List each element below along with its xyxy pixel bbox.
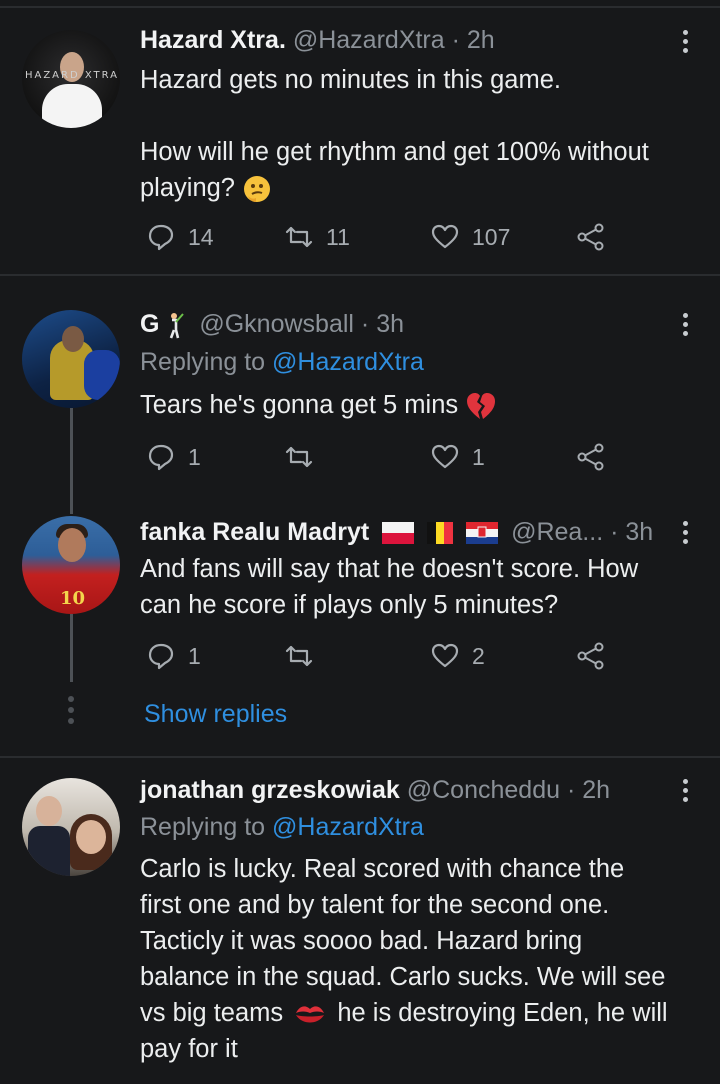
tweet-divider — [0, 274, 720, 276]
reply-icon — [148, 224, 174, 251]
poland-flag — [382, 522, 415, 545]
belgium-flag — [427, 522, 454, 545]
broken-heart-emoji — [467, 393, 496, 420]
like-icon — [431, 224, 459, 249]
share-icon — [577, 443, 604, 471]
reply-count: 14 — [188, 223, 214, 250]
display-name[interactable]: jonathan grzeskowiak — [140, 776, 400, 804]
tweet-text: Hazard gets no minutes in this game. How… — [140, 62, 705, 206]
tweet-text: Tears he's gonna get 5 mins — [140, 387, 705, 423]
reply-count: 1 — [188, 443, 201, 470]
retweet-count: 11 — [326, 223, 350, 250]
like-button[interactable]: 1 — [430, 442, 485, 472]
retweet-button[interactable]: 11 — [284, 222, 350, 252]
thread-dots — [68, 696, 74, 724]
display-name[interactable]: fanka Realu Madryt — [140, 518, 369, 546]
kiss-mark-emoji — [296, 1006, 325, 1023]
tweet-text: Carlo is lucky. Real scored with chance … — [140, 855, 668, 1063]
timestamp[interactable]: · 3h — [610, 518, 653, 546]
retweet-button[interactable] — [284, 641, 326, 671]
avatar-logo-text: HAZARD XTRA — [24, 70, 120, 81]
tweet-actions: 14 11 107 — [140, 222, 620, 256]
display-name[interactable]: G — [140, 310, 159, 338]
tweet-actions: 1 1 — [140, 442, 620, 476]
tweet-header: jonathan grzeskowiak @Concheddu · 2h — [140, 776, 610, 805]
timestamp[interactable]: · 2h — [567, 776, 610, 804]
share-button[interactable] — [576, 222, 606, 252]
golfer-emoji — [170, 313, 185, 339]
avatar[interactable]: HAZARD XTRA — [22, 30, 120, 128]
tweet-header: fanka Realu Madryt @Rea... · 3h — [140, 518, 653, 547]
thread-line — [70, 408, 73, 514]
like-count: 107 — [472, 223, 511, 250]
more-options-icon[interactable] — [678, 313, 692, 336]
like-button[interactable]: 107 — [430, 222, 510, 252]
handle[interactable]: @Concheddu — [407, 776, 560, 804]
reply-icon — [148, 444, 174, 471]
avatar[interactable] — [22, 778, 120, 876]
timestamp[interactable]: · 2h — [452, 26, 495, 54]
tweet-divider — [0, 756, 720, 758]
replying-to: Replying to @HazardXtra — [140, 348, 424, 376]
reply-button[interactable]: 1 — [146, 641, 201, 671]
avatar[interactable] — [22, 310, 120, 408]
replying-to: Replying to @HazardXtra — [140, 813, 424, 841]
more-options-icon[interactable] — [678, 521, 692, 544]
like-button[interactable]: 2 — [430, 641, 485, 671]
like-icon — [431, 643, 459, 668]
top-divider — [0, 6, 720, 8]
reply-button[interactable]: 14 — [146, 222, 214, 252]
share-button[interactable] — [576, 442, 606, 472]
thread-line — [70, 614, 73, 682]
mention-link[interactable]: @HazardXtra — [272, 348, 424, 376]
croatia-flag — [466, 522, 499, 545]
tweet-text: And fans will say that he doesn't score.… — [140, 555, 639, 619]
mention-link[interactable]: @HazardXtra — [272, 813, 424, 841]
handle[interactable]: @HazardXtra — [293, 26, 445, 54]
retweet-icon — [285, 446, 313, 468]
like-icon — [431, 444, 459, 469]
like-count: 2 — [472, 642, 485, 669]
share-icon — [577, 223, 604, 251]
share-icon — [577, 642, 604, 670]
reply-button[interactable]: 1 — [146, 442, 201, 472]
timestamp[interactable]: · 3h — [361, 310, 404, 338]
retweet-icon — [285, 645, 313, 667]
avatar-jersey-number: 10 — [60, 588, 86, 609]
thinking-face-emoji — [244, 176, 271, 203]
avatar[interactable]: 10 — [22, 516, 120, 614]
reply-count: 1 — [188, 642, 201, 669]
like-count: 1 — [472, 443, 485, 470]
tweet-header: G @Gknowsball · 3h — [140, 310, 404, 339]
handle[interactable]: @Rea... — [511, 518, 603, 546]
show-replies-link[interactable]: Show replies — [144, 700, 287, 729]
more-options-icon[interactable] — [678, 779, 692, 802]
handle[interactable]: @Gknowsball — [199, 310, 354, 338]
tweet-header: Hazard Xtra. @HazardXtra · 2h — [140, 26, 495, 55]
retweet-icon — [285, 226, 313, 248]
share-button[interactable] — [576, 641, 606, 671]
more-options-icon[interactable] — [678, 30, 692, 53]
tweet-actions: 1 2 — [140, 641, 620, 675]
reply-icon — [148, 643, 174, 670]
display-name[interactable]: Hazard Xtra. — [140, 26, 286, 54]
retweet-button[interactable] — [284, 442, 326, 472]
